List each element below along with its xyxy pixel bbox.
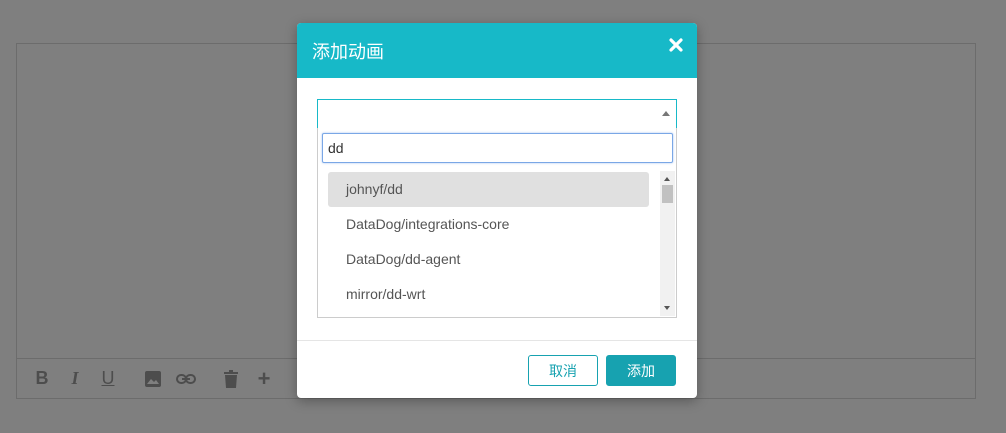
search-input[interactable] [322, 133, 673, 163]
scrollbar-thumb[interactable] [662, 185, 673, 203]
scroll-down-icon[interactable] [664, 306, 670, 310]
add-button[interactable]: 添加 [606, 355, 676, 386]
repository-select[interactable] [317, 99, 677, 129]
scroll-up-icon[interactable] [664, 177, 670, 181]
dialog-header: 添加动画 [297, 23, 697, 78]
list-item[interactable]: DataDog/integrations-core [328, 207, 649, 242]
list-item[interactable]: DataDog/dd-agent [328, 242, 649, 277]
options-scrollbar[interactable] [660, 171, 675, 316]
dialog-footer: 取消 添加 [297, 341, 697, 398]
list-item[interactable]: johnyf/dd [328, 172, 649, 207]
add-animation-dialog: 添加动画 johnyf/dd DataDog/integrations-core… [297, 23, 697, 398]
options-list: johnyf/dd DataDog/integrations-core Data… [328, 172, 649, 312]
dialog-title: 添加动画 [312, 41, 384, 63]
close-icon[interactable] [669, 38, 683, 52]
list-item[interactable]: mirror/dd-wrt [328, 277, 649, 312]
cancel-button[interactable]: 取消 [528, 355, 598, 386]
select-dropdown: johnyf/dd DataDog/integrations-core Data… [317, 128, 677, 318]
dialog-body: johnyf/dd DataDog/integrations-core Data… [297, 78, 697, 341]
caret-up-icon [662, 111, 670, 116]
